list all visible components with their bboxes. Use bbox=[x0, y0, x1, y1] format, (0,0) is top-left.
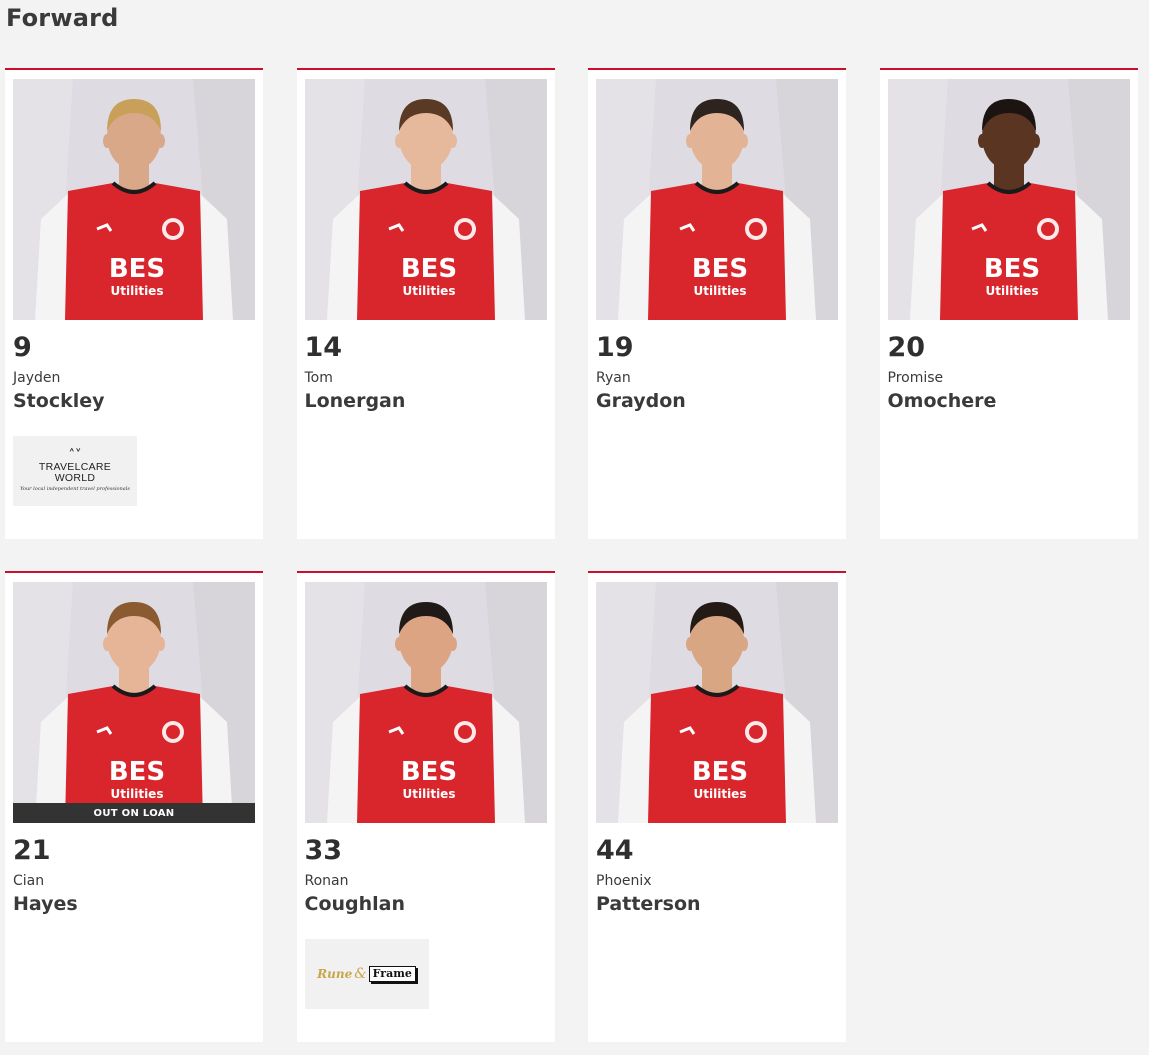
player-portrait: BESUtilities bbox=[13, 79, 255, 320]
player-last-name[interactable]: Omochere bbox=[888, 388, 997, 414]
player-portrait: BESUtilities bbox=[13, 582, 255, 823]
player-number: 44 bbox=[596, 835, 634, 866]
player-number: 19 bbox=[596, 332, 634, 363]
player-last-name[interactable]: Patterson bbox=[596, 891, 701, 917]
player-number: 33 bbox=[304, 835, 343, 866]
player-photo[interactable]: BES Utilities OUT ON LOAN bbox=[13, 582, 255, 823]
svg-text:BES: BES bbox=[400, 757, 456, 787]
player-portrait: BESUtilities bbox=[596, 79, 838, 320]
sponsor-logo-travelcare[interactable]: ˄˅ TRAVELCARE WORLD Your local independent … bbox=[13, 436, 137, 506]
svg-text:BES: BES bbox=[983, 254, 1039, 284]
svg-text:Utilities: Utilities bbox=[111, 284, 164, 298]
player-photo[interactable]: BES Utilities bbox=[596, 79, 838, 320]
svg-text:BES: BES bbox=[400, 254, 456, 284]
sponsor-name-part1: Rune bbox=[317, 967, 353, 981]
svg-text:BES: BES bbox=[692, 254, 748, 284]
sponsor-ampersand: & bbox=[354, 966, 367, 982]
player-number: 20 bbox=[887, 332, 926, 363]
player-card[interactable]: BES Utilities OUT ON LOAN 21 Cian Hayes bbox=[5, 571, 263, 1042]
player-number: 9 bbox=[13, 332, 32, 363]
player-grid: BES Utilities 9 Jayden Stockley ˄˅ TRAVELCARE W… bbox=[5, 68, 1138, 1042]
sponsor-logo-runeframe[interactable]: Rune & Frame bbox=[304, 939, 429, 1009]
loan-badge: OUT ON LOAN bbox=[13, 803, 255, 823]
player-photo[interactable]: BES Utilities bbox=[13, 79, 255, 320]
player-first-name[interactable]: Phoenix bbox=[596, 872, 652, 890]
player-last-name[interactable]: Coughlan bbox=[305, 891, 406, 917]
player-first-name[interactable]: Promise bbox=[888, 369, 944, 387]
player-first-name[interactable]: Jayden bbox=[13, 369, 60, 387]
player-portrait: BESUtilities bbox=[596, 582, 838, 823]
sponsor-tagline: Your local independent travel profession… bbox=[20, 486, 130, 492]
svg-text:Utilities: Utilities bbox=[694, 284, 747, 298]
player-last-name[interactable]: Stockley bbox=[13, 388, 105, 414]
player-portrait: BESUtilities bbox=[887, 79, 1130, 320]
section-title: Forward bbox=[6, 4, 119, 32]
player-last-name[interactable]: Lonergan bbox=[305, 388, 406, 414]
sponsor-name-line2: WORLD bbox=[54, 472, 96, 484]
svg-text:Utilities: Utilities bbox=[402, 787, 455, 801]
player-card[interactable]: BES Utilities 9 Jayden Stockley ˄˅ TRAVELCARE W… bbox=[5, 68, 263, 539]
player-first-name[interactable]: Ronan bbox=[305, 872, 349, 890]
player-photo[interactable]: BES Utilities bbox=[596, 582, 838, 823]
svg-text:Utilities: Utilities bbox=[985, 284, 1038, 298]
svg-text:BES: BES bbox=[109, 757, 165, 787]
player-first-name[interactable]: Ryan bbox=[596, 369, 631, 387]
svg-text:Utilities: Utilities bbox=[402, 284, 455, 298]
sponsor-name-part2: Frame bbox=[368, 966, 416, 982]
player-number: 21 bbox=[13, 835, 51, 866]
svg-text:BES: BES bbox=[109, 254, 165, 284]
player-number: 14 bbox=[304, 332, 343, 363]
player-photo[interactable]: BES Utilities bbox=[887, 79, 1130, 320]
player-card[interactable]: BES Utilities 20 Promise Omochere bbox=[879, 68, 1138, 539]
player-last-name[interactable]: Graydon bbox=[596, 388, 686, 414]
player-portrait: BESUtilities bbox=[304, 582, 547, 823]
player-photo[interactable]: BES Utilities bbox=[304, 582, 547, 823]
player-card[interactable]: BES Utilities 44 Phoenix Patterson bbox=[588, 571, 846, 1042]
player-first-name[interactable]: Tom bbox=[305, 369, 333, 387]
svg-text:BES: BES bbox=[692, 757, 748, 787]
svg-text:Utilities: Utilities bbox=[111, 787, 164, 801]
player-portrait: BESUtilities bbox=[304, 79, 547, 320]
player-card[interactable]: BES Utilities 14 Tom Lonergan bbox=[296, 68, 555, 539]
player-last-name[interactable]: Hayes bbox=[13, 891, 78, 917]
player-card[interactable]: BES Utilities 33 Ronan Coughlan Rune & Frame bbox=[296, 571, 555, 1042]
player-first-name[interactable]: Cian bbox=[13, 872, 44, 890]
player-card[interactable]: BES Utilities 19 Ryan Graydon bbox=[588, 68, 846, 539]
player-photo[interactable]: BES Utilities bbox=[304, 79, 547, 320]
svg-text:Utilities: Utilities bbox=[694, 787, 747, 801]
